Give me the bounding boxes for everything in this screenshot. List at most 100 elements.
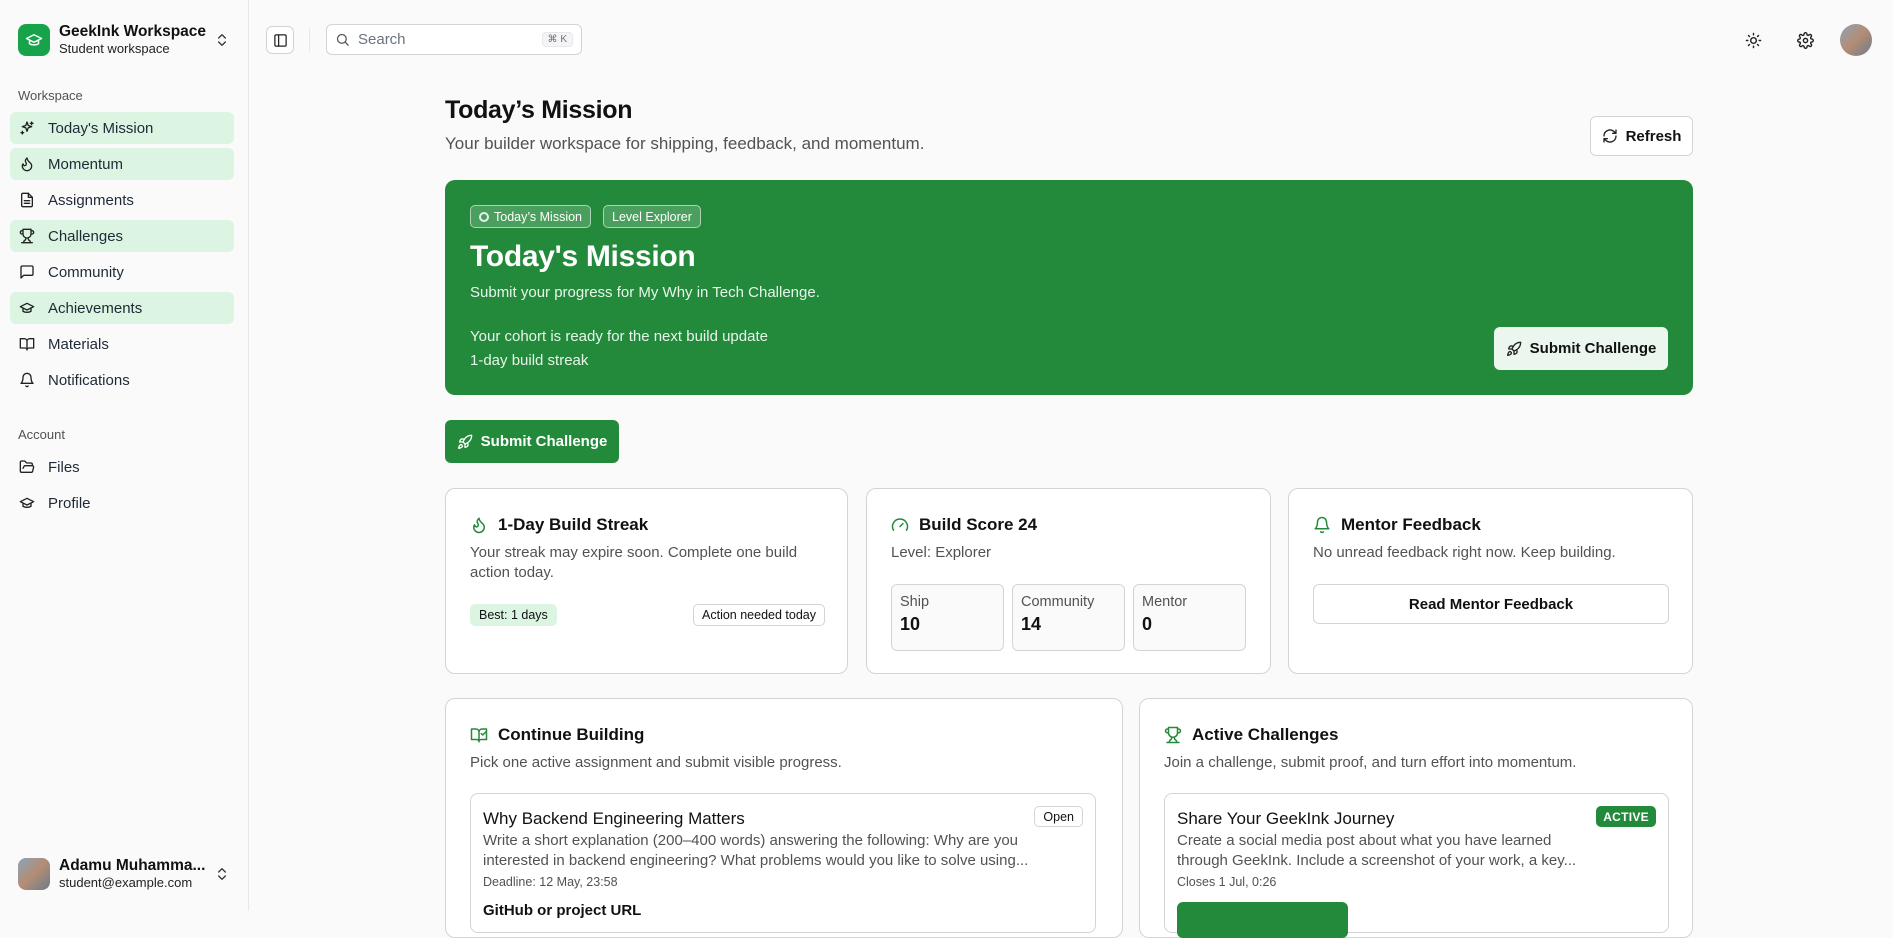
assignment-title: Why Backend Engineering Matters [483,809,745,828]
trophy-icon [1164,726,1192,744]
sidebar-item-label: Community [48,263,124,281]
submit-challenge-button[interactable]: Submit Challenge [445,420,619,463]
sparkles-icon [18,119,36,137]
sidebar-item-notifications[interactable]: Notifications [10,364,234,396]
sun-icon [1745,32,1762,49]
sidebar-item-todays-mission[interactable]: Today's Mission [10,112,234,144]
stat-value: 14 [1021,614,1042,634]
trophy-icon [18,227,36,245]
hero-cohort-status: Your cohort is ready for the next build … [470,328,768,345]
card-title: Continue Building [498,725,645,744]
challenge-title: Share Your GeekInk Journey [1177,809,1395,828]
settings-button[interactable] [1792,27,1818,53]
sidebar: GeekInk Workspace Student workspace Work… [0,0,249,911]
sidebar-item-label: Notifications [48,371,130,389]
folder-icon [18,458,36,476]
sidebar-toggle-button[interactable] [266,26,294,54]
page-subtitle: Your builder workspace for shipping, fee… [445,134,925,153]
chip-todays-mission: Today’s Mission [470,205,592,228]
description-line: interested in backend engineering? What … [483,852,1029,869]
chip-label: Today’s Mission [494,209,583,224]
topbar: ⌘ K [249,0,1893,64]
rocket-icon [457,434,481,450]
graduation-cap-icon [18,299,36,317]
gauge-icon [891,516,919,534]
build-score-card: Build Score 24 Level: Explorer Ship 10 C… [866,488,1271,674]
flame-icon [470,516,498,534]
description-line: Create a social media post about what yo… [1177,832,1552,849]
description-line: through GeekInk. Include a screenshot of… [1177,852,1577,869]
card-title: Build Score 24 [919,515,1038,534]
user-name: Adamu Muhamma... [59,857,206,874]
description-line: Write a short explanation (200–400 words… [483,832,1019,849]
assignment-description: Write a short explanation (200–400 words… [483,831,1028,871]
bell-icon [18,371,36,389]
sidebar-item-achievements[interactable]: Achievements [10,292,234,324]
section-label-workspace: Workspace [18,88,83,103]
sidebar-item-label: Files [48,458,80,476]
hero-submit-challenge-button[interactable]: Submit Challenge [1494,327,1668,370]
chip-level: Level Explorer [603,205,701,228]
user-menu[interactable]: Adamu Muhamma... student@example.com [10,853,238,895]
graduation-cap-icon [18,24,50,56]
target-icon [479,211,489,222]
page-title: Today’s Mission [445,96,633,124]
sidebar-item-momentum[interactable]: Momentum [10,148,234,180]
challenge-item[interactable]: Share Your GeekInk Journey ACTIVE Create… [1164,793,1669,938]
sidebar-item-community[interactable]: Community [10,256,234,288]
hero-subtitle: Submit your progress for My Why in Tech … [470,284,820,301]
card-title: Mentor Feedback [1341,515,1481,534]
challenge-closes: Closes 1 Jul, 0:26 [1177,875,1277,889]
book-icon [18,335,36,353]
hero-streak: 1-day build streak [470,352,589,369]
chevrons-up-down-icon [214,866,230,882]
flame-icon [18,155,36,173]
card-description: No unread feedback right now. Keep build… [1313,544,1616,561]
sidebar-item-assignments[interactable]: Assignments [10,184,234,216]
card-title: Active Challenges [1192,725,1339,744]
stat-label: Mentor [1142,594,1188,610]
best-streak-badge: Best: 1 days [470,604,557,626]
panel-left-icon [273,33,288,48]
sidebar-item-label: Achievements [48,299,143,317]
status-badge: ACTIVE [1596,806,1656,827]
assignment-item[interactable]: Why Backend Engineering Matters Open Wri… [470,793,1096,933]
sidebar-item-materials[interactable]: Materials [10,328,234,360]
refresh-button[interactable]: Refresh [1590,116,1693,156]
join-challenge-button[interactable] [1177,902,1348,938]
card-description: Join a challenge, submit proof, and turn… [1164,754,1577,771]
mission-hero: Today’s Mission Level Explorer Today's M… [445,180,1693,395]
sidebar-item-profile[interactable]: Profile [10,487,234,519]
button-label: Submit Challenge [1529,340,1657,357]
sidebar-item-label: Momentum [48,155,124,173]
sidebar-item-label: Today's Mission [48,119,154,137]
status-badge: Action needed today [693,604,825,626]
mentor-feedback-card: Mentor Feedback No unread feedback right… [1288,488,1693,674]
read-mentor-feedback-button[interactable]: Read Mentor Feedback [1313,584,1669,624]
streak-card: 1-Day Build Streak Your streak may expir… [445,488,848,674]
search-input[interactable] [358,31,538,48]
sidebar-item-challenges[interactable]: Challenges [10,220,234,252]
avatar[interactable] [1840,24,1872,56]
sidebar-item-label: Assignments [48,191,134,209]
workspace-switcher[interactable]: GeekInk Workspace Student workspace [10,16,238,64]
card-description: Level: Explorer [891,544,992,561]
chevrons-up-down-icon [214,32,230,48]
card-description: Pick one active assignment and submit vi… [470,754,842,771]
gear-icon [1796,31,1814,49]
stat-value: 0 [1142,614,1153,634]
search-box[interactable]: ⌘ K [326,24,582,55]
theme-toggle-button[interactable] [1740,27,1766,53]
search-icon [335,32,350,47]
challenge-description: Create a social media post about what yo… [1177,831,1576,871]
section-label-account: Account [18,427,65,442]
stat-ship: Ship 10 [891,584,1004,651]
continue-building-card: Continue Building Pick one active assign… [445,698,1123,938]
stat-label: Ship [900,594,930,610]
workspace-subtitle: Student workspace [59,41,170,56]
refresh-icon [1602,128,1626,144]
book-check-icon [470,726,498,744]
card-description: Your streak may expire soon. Complete on… [470,544,798,581]
stat-value: 10 [900,614,921,634]
sidebar-item-files[interactable]: Files [10,451,234,483]
